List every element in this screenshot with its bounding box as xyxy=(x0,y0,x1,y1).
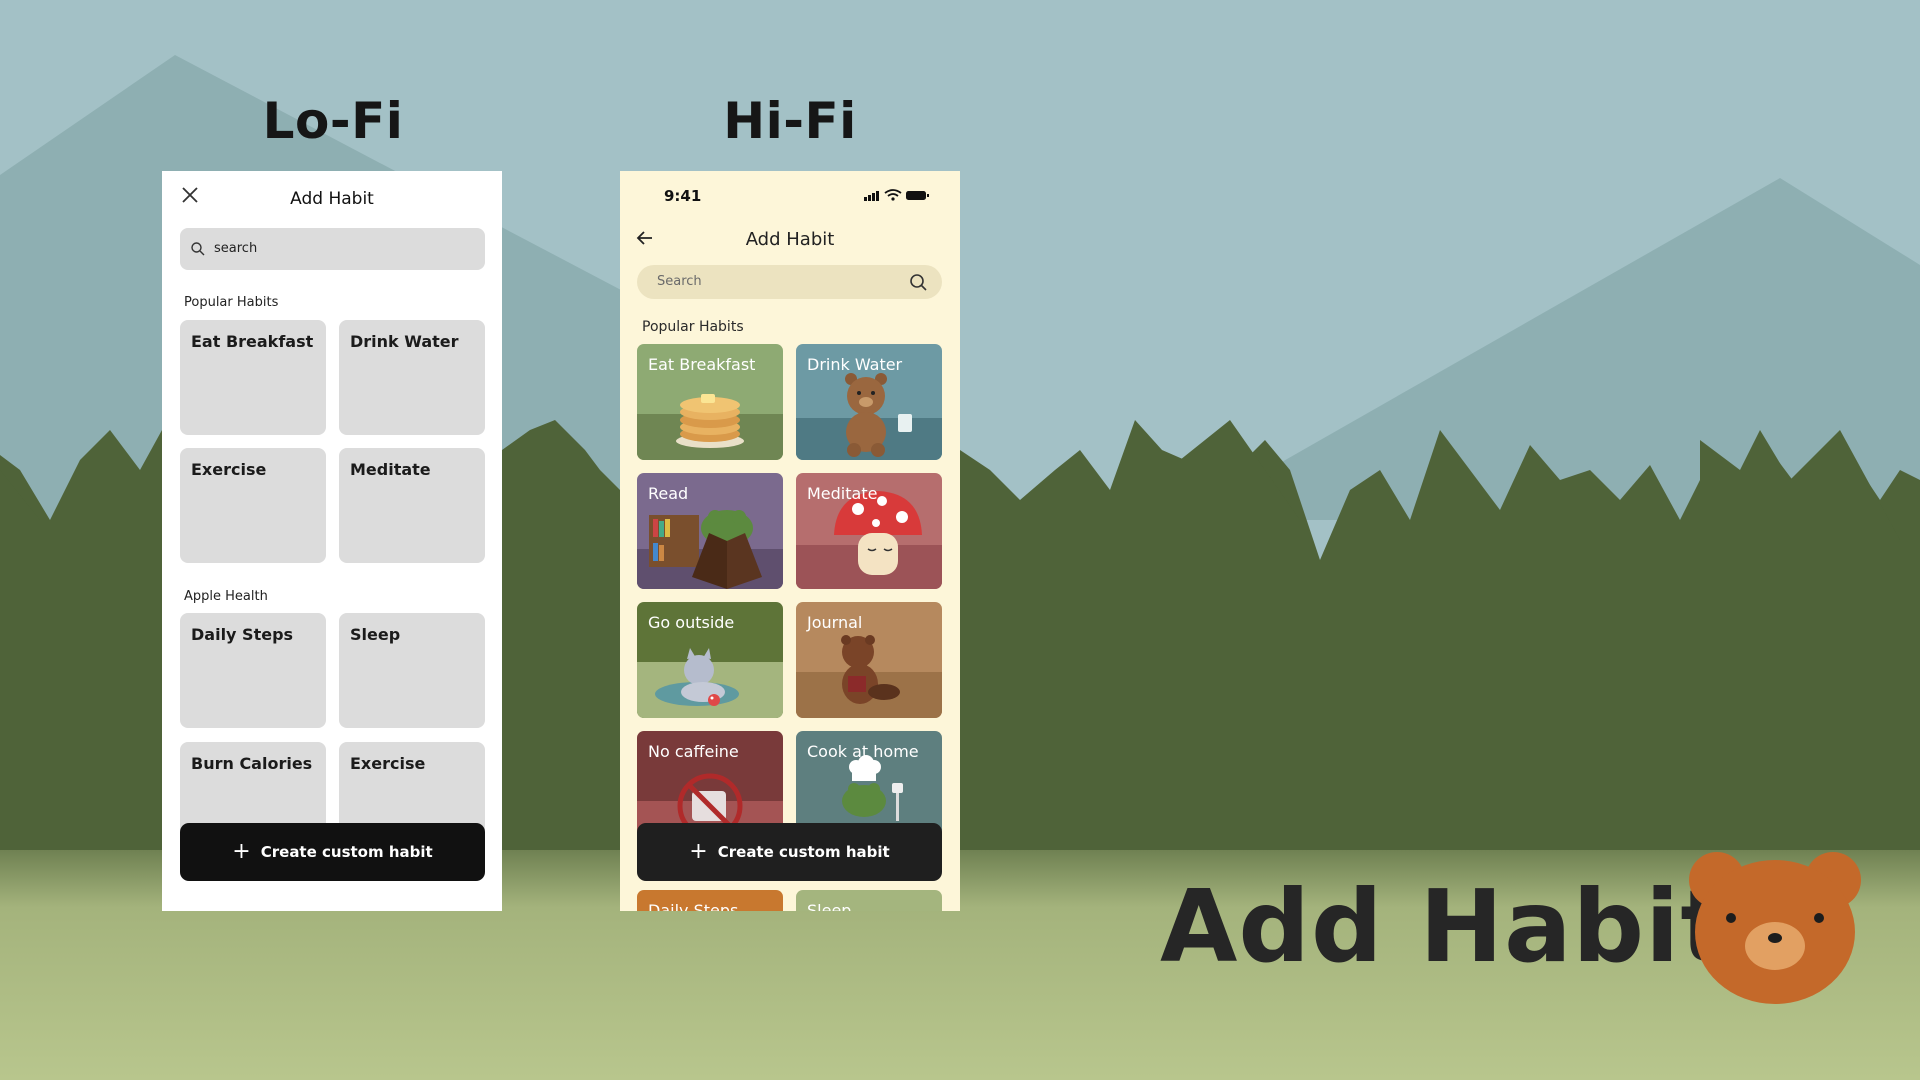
habit-card-label: Sleep xyxy=(350,625,401,644)
habit-card-label: Go outside xyxy=(648,613,735,632)
habit-card-read[interactable]: Read xyxy=(637,473,783,589)
habit-card-label: Eat Breakfast xyxy=(648,355,756,374)
habit-card-label: Daily Steps xyxy=(648,901,739,911)
status-time: 9:41 xyxy=(664,187,702,205)
search-input[interactable]: search xyxy=(180,228,485,270)
battery-icon xyxy=(906,191,926,200)
create-custom-habit-label: Create custom habit xyxy=(260,843,433,861)
hifi-heading: Hi-Fi xyxy=(723,92,857,150)
plus-icon: + xyxy=(689,838,708,864)
habit-card-label: Exercise xyxy=(350,754,426,773)
section-title-popular: Popular Habits xyxy=(642,319,744,335)
habit-card-label: Drink Water xyxy=(807,355,903,374)
search-placeholder: search xyxy=(214,241,258,256)
section-title-health: Apple Health xyxy=(184,589,268,604)
search-placeholder: Search xyxy=(657,274,702,289)
habit-card-label: Burn Calories xyxy=(191,754,313,773)
create-custom-habit-button[interactable]: + Create custom habit xyxy=(180,823,485,881)
habit-card-label: Read xyxy=(648,484,689,503)
habit-card-label: Meditate xyxy=(350,460,431,479)
hifi-phone-screen: 9:41 Add Habit Search Popular Habits Eat… xyxy=(620,171,960,911)
habit-card-meditate[interactable]: Meditate xyxy=(796,473,942,589)
habit-card[interactable]: Daily Steps xyxy=(180,613,326,728)
habit-card[interactable]: Drink Water xyxy=(339,320,485,435)
status-bar-icons xyxy=(864,189,929,201)
habit-card-journal[interactable]: Journal xyxy=(796,602,942,718)
habit-card-label: Meditate xyxy=(807,484,878,503)
habit-card-go-outside[interactable]: Go outside xyxy=(637,602,783,718)
habit-card-label: No caffeine xyxy=(648,742,739,761)
search-input[interactable]: Search xyxy=(637,265,942,299)
habit-card-drink-water[interactable]: Drink Water xyxy=(796,344,942,460)
habit-card-label: Eat Breakfast xyxy=(191,332,314,351)
signal-icon xyxy=(864,191,879,201)
habit-card[interactable]: Meditate xyxy=(339,448,485,563)
create-custom-habit-button[interactable]: + Create custom habit xyxy=(637,823,942,881)
create-custom-habit-label: Create custom habit xyxy=(717,843,890,861)
plus-icon: + xyxy=(232,838,251,864)
habit-card[interactable]: Exercise xyxy=(180,448,326,563)
habit-card[interactable]: Sleep xyxy=(339,613,485,728)
wifi-icon xyxy=(884,189,902,197)
habit-card-label: Journal xyxy=(807,613,863,632)
lofi-phone-screen: Add Habit search Popular Habits Eat Brea… xyxy=(162,171,502,911)
habit-card-label: Sleep xyxy=(807,901,852,911)
habit-card-daily-steps[interactable]: Daily Steps xyxy=(637,890,783,911)
habit-card-sleep[interactable]: Sleep xyxy=(796,890,942,911)
habit-card-eat-breakfast[interactable]: Eat Breakfast xyxy=(637,344,783,460)
habit-card[interactable]: Eat Breakfast xyxy=(180,320,326,435)
habit-card-label: Drink Water xyxy=(350,332,459,351)
section-title-popular: Popular Habits xyxy=(184,295,279,310)
search-icon xyxy=(910,274,927,291)
habit-card-label: Daily Steps xyxy=(191,625,294,644)
bear-face-logo xyxy=(1689,852,1861,1004)
page-title: Add Habit xyxy=(745,229,835,250)
habit-card-label: Exercise xyxy=(191,460,267,479)
page-title: Add Habit xyxy=(290,189,374,209)
lofi-heading: Lo-Fi xyxy=(262,92,404,150)
search-icon xyxy=(191,242,205,256)
footer-title: Add Habit xyxy=(1160,868,1730,985)
habit-card-label: Cook at home xyxy=(807,742,919,761)
